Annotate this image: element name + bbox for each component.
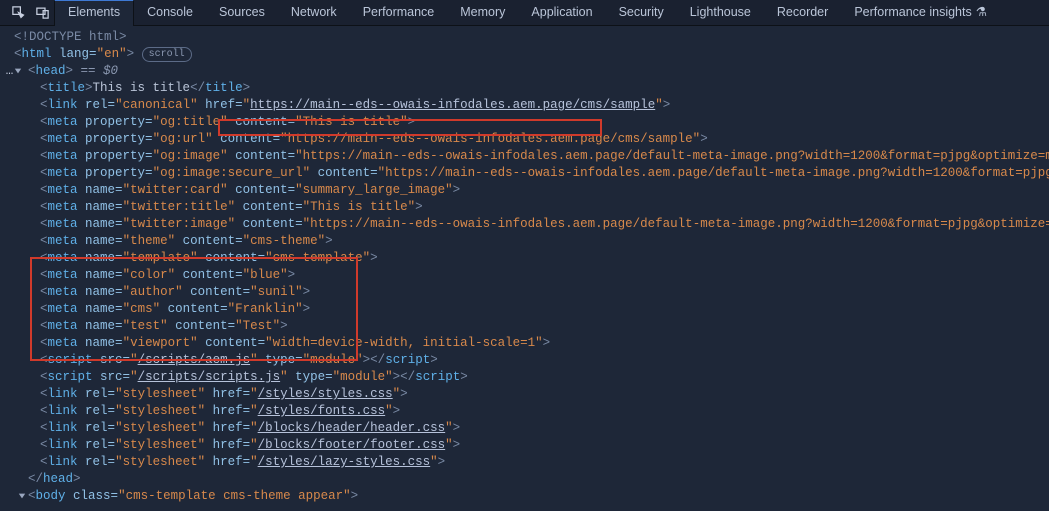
tab-performance[interactable]: Performance bbox=[350, 0, 448, 26]
meta-author[interactable]: <meta name="author" content="sunil"> bbox=[0, 284, 1049, 301]
tab-recorder[interactable]: Recorder bbox=[764, 0, 841, 26]
meta-viewport[interactable]: <meta name="viewport" content="width=dev… bbox=[0, 335, 1049, 352]
title-node[interactable]: <title>This is title</title> bbox=[0, 80, 1049, 97]
meta-theme[interactable]: <meta name="theme" content="cms-theme"> bbox=[0, 233, 1049, 250]
tab-application[interactable]: Application bbox=[518, 0, 605, 26]
meta-test[interactable]: <meta name="test" content="Test"> bbox=[0, 318, 1049, 335]
meta-og-image[interactable]: <meta property="og:image" content="https… bbox=[0, 148, 1049, 165]
doctype-node[interactable]: <!DOCTYPE html> bbox=[0, 29, 1049, 46]
script-aem[interactable]: <script src="/scripts/aem.js" type="modu… bbox=[0, 352, 1049, 369]
scroll-pill: scroll bbox=[142, 47, 192, 62]
link-header-css[interactable]: <link rel="stylesheet" href="/blocks/hea… bbox=[0, 420, 1049, 437]
html-open[interactable]: <html lang="en"> scroll bbox=[0, 46, 1049, 63]
link-lazy-css[interactable]: <link rel="stylesheet" href="/styles/laz… bbox=[0, 454, 1049, 471]
meta-twitter-title[interactable]: <meta name="twitter:title" content="This… bbox=[0, 199, 1049, 216]
tab-performance-insights[interactable]: Performance insights⚗ bbox=[841, 0, 1000, 26]
link-footer-css[interactable]: <link rel="stylesheet" href="/blocks/foo… bbox=[0, 437, 1049, 454]
collapse-toggle[interactable]: … bbox=[0, 63, 28, 80]
link-fonts[interactable]: <link rel="stylesheet" href="/styles/fon… bbox=[0, 403, 1049, 420]
meta-template[interactable]: <meta name="template" content="cms-templ… bbox=[0, 250, 1049, 267]
tab-network[interactable]: Network bbox=[278, 0, 350, 26]
meta-twitter-card[interactable]: <meta name="twitter:card" content="summa… bbox=[0, 182, 1049, 199]
tab-sources[interactable]: Sources bbox=[206, 0, 278, 26]
body-open[interactable]: <body class="cms-template cms-theme appe… bbox=[0, 488, 1049, 505]
selected-indicator: == $0 bbox=[73, 64, 118, 78]
head-close[interactable]: </head> bbox=[0, 471, 1049, 488]
devtools-tabs: Elements Console Sources Network Perform… bbox=[0, 0, 1049, 26]
head-open[interactable]: …<head> == $0 bbox=[0, 63, 1049, 80]
meta-og-url[interactable]: <meta property="og:url" content="https:/… bbox=[0, 131, 1049, 148]
tab-console[interactable]: Console bbox=[134, 0, 206, 26]
link-canonical[interactable]: <link rel="canonical" href="https://main… bbox=[0, 97, 1049, 114]
elements-tree[interactable]: <!DOCTYPE html> <html lang="en"> scroll … bbox=[0, 26, 1049, 505]
tab-memory[interactable]: Memory bbox=[447, 0, 518, 26]
script-scripts[interactable]: <script src="/scripts/scripts.js" type="… bbox=[0, 369, 1049, 386]
meta-og-title[interactable]: <meta property="og:title" content="This … bbox=[0, 114, 1049, 131]
tab-lighthouse[interactable]: Lighthouse bbox=[677, 0, 764, 26]
collapse-toggle[interactable] bbox=[0, 488, 28, 505]
flask-icon: ⚗ bbox=[976, 5, 987, 19]
inspect-icon[interactable] bbox=[6, 1, 30, 25]
meta-color[interactable]: <meta name="color" content="blue"> bbox=[0, 267, 1049, 284]
meta-og-image-secure[interactable]: <meta property="og:image:secure_url" con… bbox=[0, 165, 1049, 182]
meta-twitter-image[interactable]: <meta name="twitter:image" content="http… bbox=[0, 216, 1049, 233]
tab-security[interactable]: Security bbox=[606, 0, 677, 26]
meta-cms[interactable]: <meta name="cms" content="Franklin"> bbox=[0, 301, 1049, 318]
tab-elements[interactable]: Elements bbox=[54, 0, 134, 26]
link-styles[interactable]: <link rel="stylesheet" href="/styles/sty… bbox=[0, 386, 1049, 403]
device-toggle-icon[interactable] bbox=[30, 1, 54, 25]
